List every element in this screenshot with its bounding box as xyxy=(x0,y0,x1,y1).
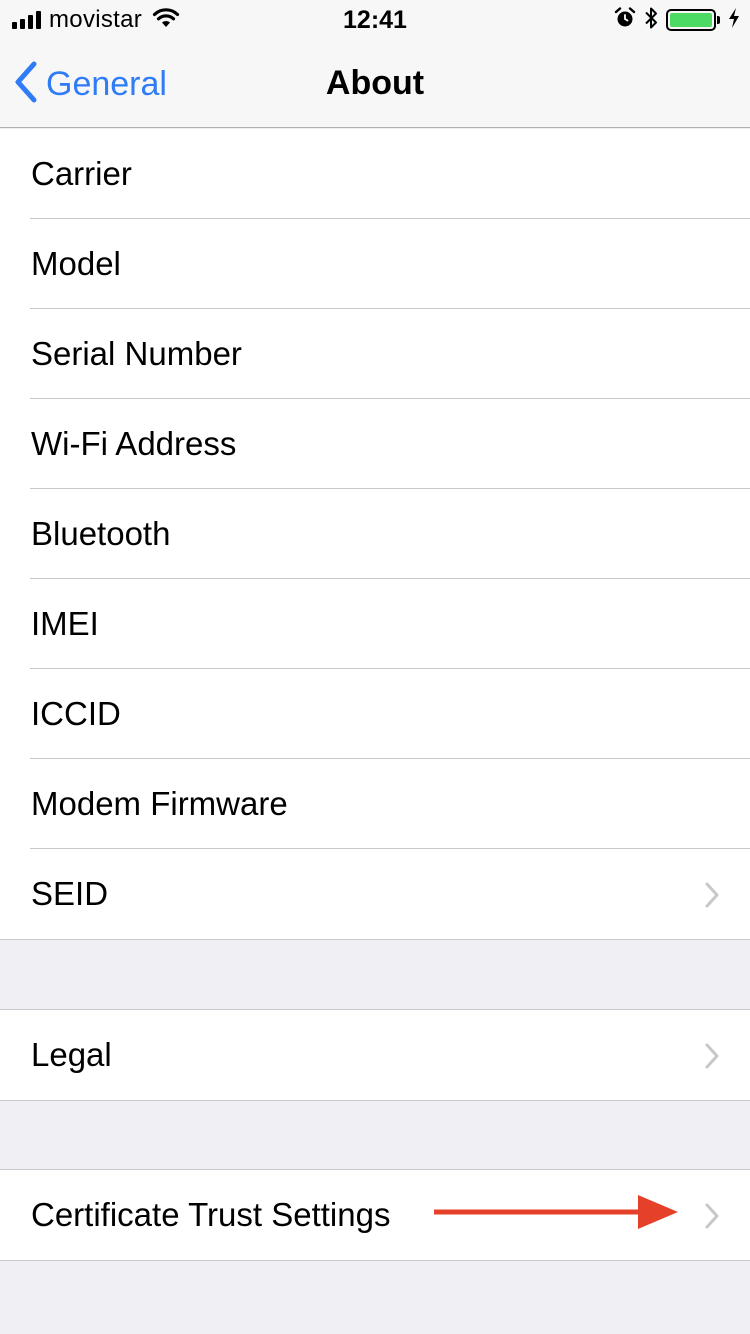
row-label: SEID xyxy=(31,875,109,912)
navigation-bar: General About xyxy=(0,40,750,128)
row-modem-firmware[interactable]: Modem Firmware xyxy=(0,759,750,849)
row-bluetooth[interactable]: Bluetooth xyxy=(0,489,750,579)
chevron-right-icon xyxy=(704,879,720,917)
row-seid[interactable]: SEID xyxy=(0,849,750,939)
page-title: About xyxy=(325,64,425,102)
row-label: Wi-Fi Address xyxy=(31,425,237,462)
certificate-group: Certificate Trust Settings xyxy=(0,1169,750,1261)
row-iccid[interactable]: ICCID xyxy=(0,669,750,759)
row-label: Certificate Trust Settings xyxy=(31,1196,391,1233)
bluetooth-icon xyxy=(644,6,658,35)
chevron-right-icon xyxy=(704,1200,720,1238)
row-label: IMEI xyxy=(31,605,99,642)
legal-group: Legal xyxy=(0,1009,750,1101)
row-carrier[interactable]: Carrier xyxy=(0,129,750,219)
row-imei[interactable]: IMEI xyxy=(0,579,750,669)
row-certificate-trust-settings[interactable]: Certificate Trust Settings xyxy=(0,1170,750,1260)
about-screen: movistar 12:41 General About Carrier Mod… xyxy=(0,0,750,1334)
battery-fill xyxy=(670,13,712,27)
row-legal[interactable]: Legal xyxy=(0,1010,750,1100)
status-right xyxy=(614,6,740,35)
status-bar: movistar 12:41 xyxy=(0,0,750,40)
row-wifi-address[interactable]: Wi-Fi Address xyxy=(0,399,750,489)
row-label: Serial Number xyxy=(31,335,242,372)
alarm-icon xyxy=(614,6,636,34)
annotation-arrow-icon xyxy=(432,1192,680,1240)
row-serial-number[interactable]: Serial Number xyxy=(0,309,750,399)
row-label: ICCID xyxy=(31,695,121,732)
battery-icon xyxy=(666,9,720,31)
row-label: Bluetooth xyxy=(31,515,171,552)
info-group: Carrier Model Serial Number Wi-Fi Addres… xyxy=(0,129,750,940)
chevron-right-icon xyxy=(704,1040,720,1078)
row-model[interactable]: Model xyxy=(0,219,750,309)
row-label: Carrier xyxy=(31,155,132,192)
row-label: Legal xyxy=(31,1036,112,1073)
charging-icon xyxy=(728,7,740,34)
row-label: Modem Firmware xyxy=(31,785,288,822)
row-label: Model xyxy=(31,245,121,282)
